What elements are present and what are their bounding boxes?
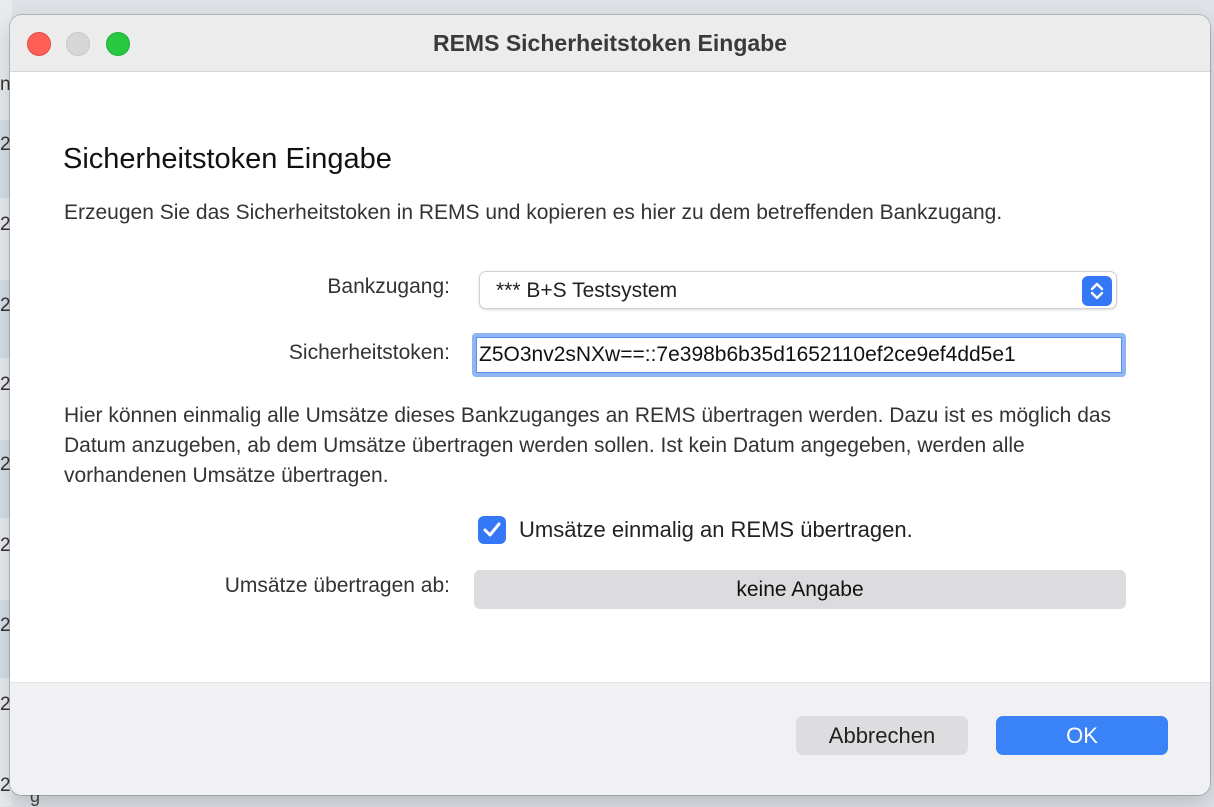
transfer-info-text: Hier können einmalig alle Umsätze dieses… xyxy=(64,404,1112,487)
checkmark-icon xyxy=(483,522,501,537)
transfer-checkbox[interactable] xyxy=(478,516,506,544)
background-text: 2 xyxy=(0,694,11,715)
background-text: 2 xyxy=(0,295,11,316)
background-text: 2 xyxy=(0,615,11,636)
chevron-up-down-icon xyxy=(1082,276,1112,306)
background-text: 2 xyxy=(0,374,11,395)
window-title: REMS Sicherheitstoken Eingabe xyxy=(432,30,788,56)
dialog-window: REMS Sicherheitstoken Eingabe Sicherheit… xyxy=(10,15,1210,795)
background-text: 2 xyxy=(0,134,11,155)
bank-account-select[interactable]: *** B+S Testsystem xyxy=(479,271,1117,309)
transfer-checkbox-label[interactable]: Umsätze einmalig an REMS übertragen. xyxy=(519,517,913,543)
security-token-label: Sicherheitstoken: xyxy=(288,341,450,364)
background-text: 2 xyxy=(0,775,11,796)
bank-account-label: Bankzugang: xyxy=(327,275,450,298)
bank-account-value: *** B+S Testsystem xyxy=(496,279,678,302)
cancel-button[interactable]: Abbrechen xyxy=(796,716,968,755)
security-token-value: Z5O3nv2sNXw==::7e398b6b35d1652110ef2ce9e… xyxy=(479,343,1016,366)
dialog-heading: Sicherheitstoken Eingabe xyxy=(63,143,392,175)
title-bar: REMS Sicherheitstoken Eingabe xyxy=(10,15,1210,72)
intro-text: Erzeugen Sie das Sicherheitstoken in REM… xyxy=(64,201,1003,224)
transfer-date-picker[interactable]: keine Angabe xyxy=(474,570,1126,609)
transfer-date-value: keine Angabe xyxy=(736,578,864,601)
transfer-date-label: Umsätze übertragen ab: xyxy=(224,574,450,597)
background-text: 2 xyxy=(0,214,11,235)
security-token-input[interactable]: Z5O3nv2sNXw==::7e398b6b35d1652110ef2ce9e… xyxy=(472,333,1126,377)
background-text: n xyxy=(0,74,11,95)
background-text: 2 xyxy=(0,454,11,475)
ok-button[interactable]: OK xyxy=(996,716,1168,755)
background-text: 2 xyxy=(0,535,11,556)
